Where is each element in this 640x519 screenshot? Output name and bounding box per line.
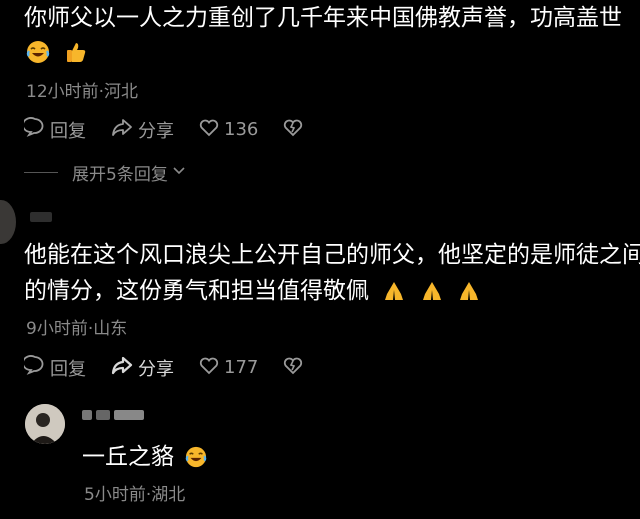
heart-icon [198, 116, 224, 143]
share-arrow-icon [110, 116, 138, 143]
reply-bubble-icon [22, 116, 50, 143]
laughing-tears-emoji-icon [26, 40, 50, 68]
comment-1-text: 你师父以一人之力重创了几千年来中国佛教声誉，功高盖世 [24, 0, 622, 37]
comment-2-meta: 9小时前·山东 [26, 319, 128, 339]
broken-heart-icon [282, 354, 308, 381]
reply-1-body: 一丘之貉 [82, 444, 174, 470]
chevron-down-icon [172, 163, 186, 182]
comment-2-avatar[interactable] [0, 200, 16, 244]
comment-1-meta: 12小时前·河北 [26, 82, 139, 102]
comment-2-line-2-text: 的情分，这份勇气和担当值得敬佩 [24, 278, 369, 304]
comment-2-actions: 回复 分享 177 [22, 354, 308, 381]
comment-2-dislike-button[interactable] [282, 354, 308, 381]
broken-heart-icon [282, 116, 308, 143]
expand-divider-line [24, 172, 58, 173]
reply-1-text: 一丘之貉 [82, 438, 207, 480]
comment-1-dislike-button[interactable] [282, 116, 308, 143]
pray-emoji-icon [382, 276, 406, 314]
like-count: 177 [224, 357, 259, 378]
comment-2-like-button[interactable]: 177 [198, 354, 258, 381]
laughing-tears-emoji-icon [185, 442, 207, 480]
comment-1-like-button[interactable]: 136 [198, 116, 258, 143]
comment-2-reply-button[interactable]: 回复 [22, 354, 86, 381]
comment-1-body: 你师父以一人之力重创了几千年来中国佛教声誉，功高盖世 [24, 5, 622, 31]
reply-1-avatar[interactable] [25, 404, 65, 444]
comment-1-reply-button[interactable]: 回复 [22, 116, 86, 143]
like-count: 136 [224, 119, 259, 140]
comment-1-share-button[interactable]: 分享 [110, 116, 174, 143]
share-label: 分享 [138, 120, 174, 142]
comment-1-actions: 回复 分享 136 [22, 116, 308, 143]
reply-1-avatar-image [25, 404, 65, 444]
reply-label: 回复 [50, 120, 86, 142]
share-label: 分享 [138, 358, 174, 380]
expand-replies-label: 展开5条回复 [72, 165, 168, 185]
reply-1-author-blurred [82, 410, 144, 420]
comment-2-line-2: 的情分，这份勇气和担当值得敬佩 [24, 272, 481, 314]
share-arrow-icon [110, 354, 138, 381]
comment-1-expand-replies[interactable]: 展开5条回复 [24, 160, 186, 185]
reply-1-meta: 5小时前·湖北 [84, 485, 186, 505]
thumbs-up-emoji-icon [64, 40, 88, 68]
heart-icon [198, 354, 224, 381]
comment-2-author-blurred [30, 212, 52, 222]
reply-bubble-icon [22, 354, 50, 381]
pray-emoji-icon [420, 276, 444, 314]
pray-emoji-icon [457, 276, 481, 314]
comment-1-emojis [26, 40, 88, 68]
reply-label: 回复 [50, 358, 86, 380]
comment-2-line-1: 他能在这个风口浪尖上公开自己的师父，他坚定的是师徒之间 [24, 242, 640, 268]
comment-2-share-button[interactable]: 分享 [110, 354, 174, 381]
